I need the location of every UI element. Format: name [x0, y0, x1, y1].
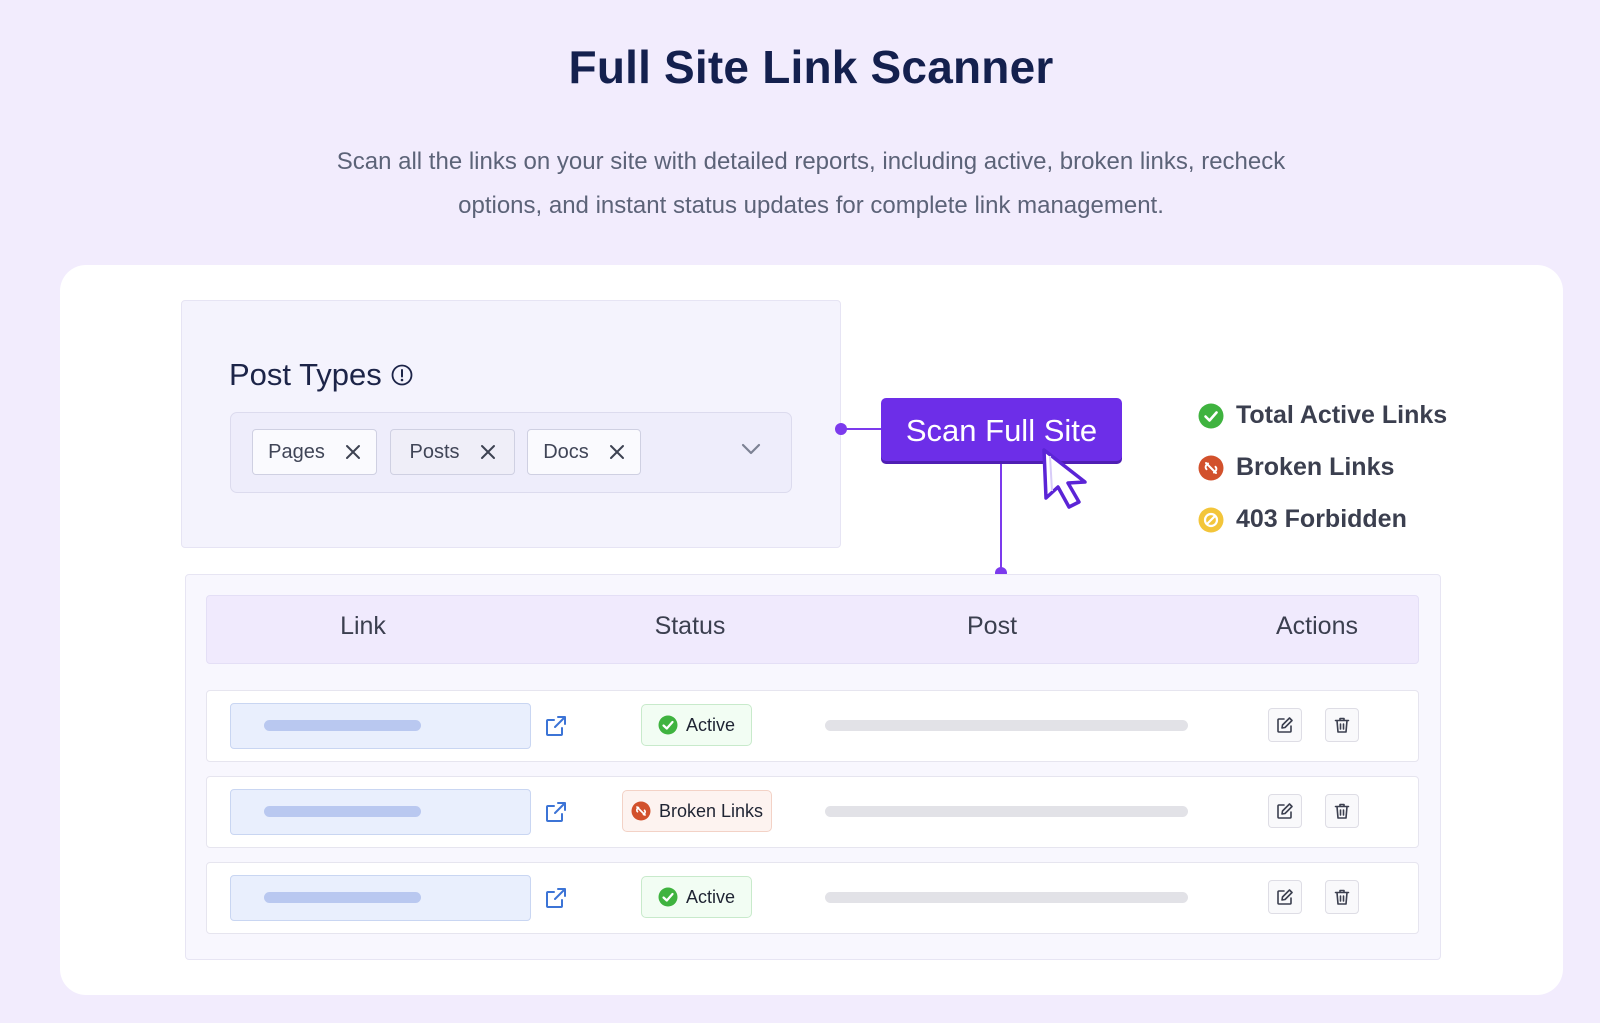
- external-link-icon[interactable]: [545, 887, 567, 909]
- status-badge: Active: [641, 876, 752, 918]
- post-types-label: Post Types: [229, 357, 382, 392]
- edit-icon: [1277, 889, 1293, 905]
- delete-button[interactable]: [1325, 708, 1359, 742]
- forbidden-icon: [1198, 507, 1224, 532]
- info-icon[interactable]: [391, 364, 413, 386]
- close-icon[interactable]: [480, 444, 496, 460]
- external-link-icon[interactable]: [545, 801, 567, 823]
- link-placeholder-bar: [264, 892, 421, 903]
- check-circle-icon: [658, 715, 678, 735]
- chip-label: Pages: [268, 440, 325, 463]
- connector-line: [840, 428, 886, 430]
- page-title: Full Site Link Scanner: [568, 41, 1054, 93]
- external-link-icon[interactable]: [545, 715, 567, 737]
- column-header-post: Post: [966, 612, 1018, 640]
- trash-icon: [1334, 889, 1350, 905]
- chip-label: Posts: [409, 440, 460, 463]
- broken-link-icon: [631, 801, 651, 821]
- column-header-link: Link: [340, 612, 386, 640]
- legend-forbidden: 403 Forbidden: [1198, 505, 1407, 534]
- delete-button[interactable]: [1325, 794, 1359, 828]
- page-description: Scan all the links on your site with det…: [336, 148, 1286, 219]
- edit-button[interactable]: [1268, 794, 1302, 828]
- delete-button[interactable]: [1325, 880, 1359, 914]
- link-placeholder-bar: [264, 720, 421, 731]
- status-label: Active: [685, 886, 736, 907]
- edit-icon: [1277, 803, 1293, 819]
- check-circle-icon: [1198, 403, 1224, 428]
- status-badge: Active: [641, 704, 752, 746]
- edit-button[interactable]: [1268, 880, 1302, 914]
- close-icon[interactable]: [345, 444, 361, 460]
- close-icon[interactable]: [609, 444, 625, 460]
- legend-broken-links: Broken Links: [1198, 453, 1394, 482]
- broken-link-icon: [1198, 455, 1224, 480]
- post-types-heading: Post Types: [229, 357, 413, 393]
- chip-docs: Docs: [527, 429, 641, 475]
- connector-line: [1000, 461, 1002, 571]
- check-circle-icon: [658, 887, 678, 907]
- chevron-down-icon[interactable]: [740, 441, 762, 457]
- edit-icon: [1277, 717, 1293, 733]
- status-badge: Broken Links: [622, 790, 772, 832]
- edit-button[interactable]: [1268, 708, 1302, 742]
- column-header-status: Status: [654, 612, 726, 640]
- status-label: Active: [685, 714, 736, 735]
- legend-label: 403 Forbidden: [1236, 505, 1407, 533]
- post-placeholder-bar: [825, 892, 1188, 903]
- trash-icon: [1334, 717, 1350, 733]
- post-placeholder-bar: [825, 720, 1188, 731]
- post-placeholder-bar: [825, 806, 1188, 817]
- status-label: Broken Links: [658, 800, 764, 821]
- chip-label: Docs: [543, 440, 589, 463]
- cursor-icon: [1042, 448, 1087, 509]
- chip-posts: Posts: [390, 429, 515, 475]
- column-header-actions: Actions: [1276, 612, 1358, 640]
- link-placeholder-bar: [264, 806, 421, 817]
- legend-active-links: Total Active Links: [1198, 401, 1447, 430]
- legend-label: Broken Links: [1236, 453, 1395, 481]
- trash-icon: [1334, 803, 1350, 819]
- legend-label: Total Active Links: [1236, 401, 1448, 429]
- chip-pages: Pages: [252, 429, 377, 475]
